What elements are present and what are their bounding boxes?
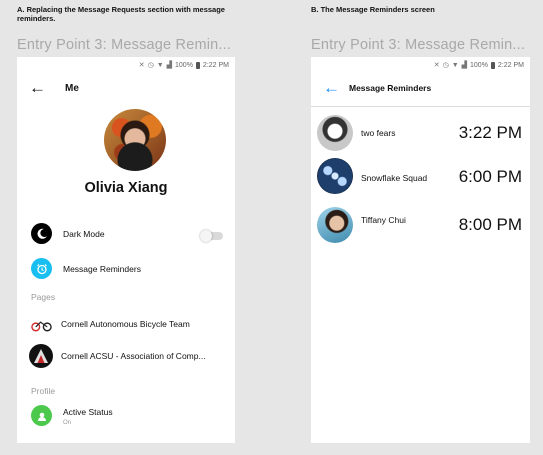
status-time: 2:22 PM <box>497 61 524 69</box>
caption-b: B. The Message Reminders screen <box>311 5 435 14</box>
page-title: Message Reminders <box>349 83 432 93</box>
reminder-name[interactable]: Tiffany Chui <box>361 215 406 225</box>
mute-icon: ✕ <box>138 62 145 69</box>
acsu-logo-icon <box>29 344 53 368</box>
battery-percent: 100% <box>470 61 488 69</box>
page-item-acsu[interactable]: Cornell ACSU - Association of Comp... <box>61 351 206 361</box>
mute-icon: ✕ <box>433 62 440 69</box>
status-bar: ✕ ◷ ▼ ▟ 100% 2:22 PM <box>434 61 524 69</box>
avatar <box>317 115 353 151</box>
avatar <box>317 207 353 243</box>
moon-icon <box>31 223 52 244</box>
active-status-label[interactable]: Active Status <box>63 407 113 417</box>
reminder-time[interactable]: 8:00 PM <box>459 215 522 235</box>
reminder-name[interactable]: two fears <box>361 128 396 138</box>
reminder-name[interactable]: Snowflake Squad <box>361 173 427 183</box>
status-time: 2:22 PM <box>202 61 229 69</box>
status-bar: ✕ ◷ ▼ ▟ 100% 2:22 PM <box>139 61 229 69</box>
dark-mode-toggle[interactable] <box>200 230 223 242</box>
battery-icon <box>195 61 200 69</box>
pages-header: Pages <box>31 292 56 302</box>
reminder-time[interactable]: 3:22 PM <box>459 123 522 143</box>
avatar <box>317 158 353 194</box>
back-arrow-icon[interactable]: ← <box>323 79 340 96</box>
battery-percent: 100% <box>175 61 193 69</box>
profile-header: Profile <box>31 386 56 396</box>
message-reminders-item[interactable]: Message Reminders <box>63 264 141 274</box>
entry-point-title-a: Entry Point 3: Message Remin... <box>17 37 232 53</box>
reminder-time[interactable]: 6:00 PM <box>459 167 522 187</box>
alarm-clock-icon <box>31 258 52 279</box>
alarm-icon: ◷ <box>147 62 154 69</box>
active-status-value: On <box>63 420 72 426</box>
signal-icon: ▟ <box>461 62 468 69</box>
header-divider <box>311 106 530 107</box>
entry-point-title-b: Entry Point 3: Message Remin... <box>311 37 526 53</box>
wifi-icon: ▼ <box>451 61 459 69</box>
active-status-icon <box>31 405 52 426</box>
profile-avatar[interactable] <box>104 109 166 171</box>
alarm-icon: ◷ <box>442 62 449 69</box>
back-arrow-icon[interactable]: ← <box>29 79 46 96</box>
battery-icon <box>490 61 495 69</box>
signal-icon: ▟ <box>166 62 173 69</box>
message-reminders-screen: ✕ ◷ ▼ ▟ 100% 2:22 PM ← Message Reminders… <box>311 57 530 443</box>
bicycle-logo-icon <box>31 315 52 336</box>
me-screen: ✕ ◷ ▼ ▟ 100% 2:22 PM ← Me Olivia Xiang D… <box>17 57 235 443</box>
caption-a: A. Replacing the Message Requests sectio… <box>17 5 225 23</box>
wifi-icon: ▼ <box>156 61 164 69</box>
dark-mode-label: Dark Mode <box>63 229 105 239</box>
page-title: Me <box>65 83 79 94</box>
user-name: Olivia Xiang <box>84 180 168 196</box>
page-item-bicycle-team[interactable]: Cornell Autonomous Bicycle Team <box>61 319 190 329</box>
